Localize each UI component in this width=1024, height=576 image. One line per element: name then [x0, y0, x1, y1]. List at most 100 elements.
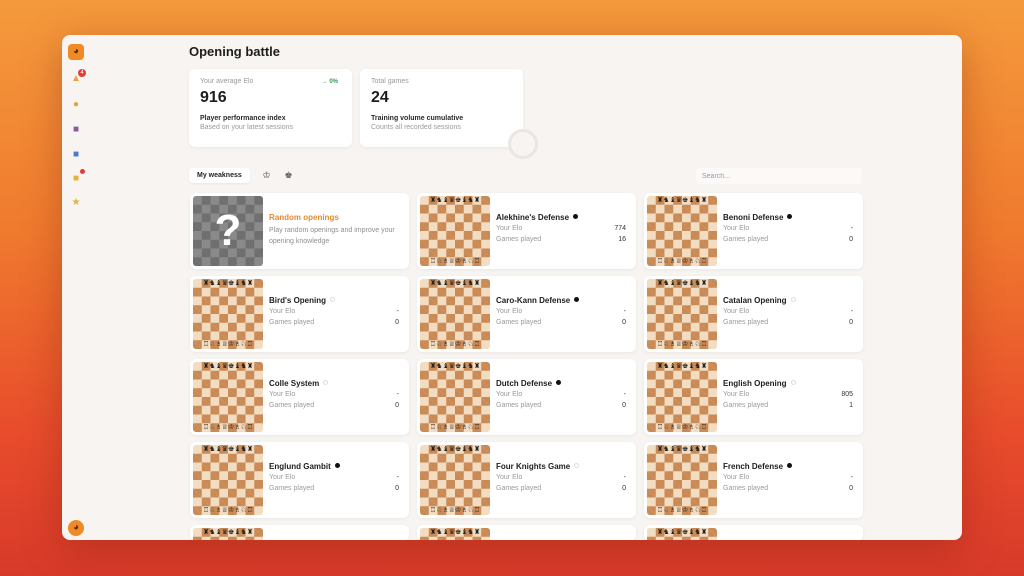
- black-side-icon: [787, 214, 793, 219]
- elo-row: Your Elo -: [723, 474, 853, 481]
- folder-icon[interactable]: ■: [70, 173, 82, 185]
- white-pieces-icon[interactable]: ♔: [259, 168, 274, 183]
- opening-name: Alekhine's Defense: [496, 213, 579, 222]
- sidebar: ◕ ▲ 4 ● ■ ■ ■ ★ ◕: [62, 35, 90, 540]
- black-pieces-icon[interactable]: ♚: [281, 168, 296, 183]
- chessboard-icon: ♜♞♝♛♚♝♞♜ ♖♘♗♕♔♗♘♖: [647, 362, 717, 432]
- games-row: Games played 0: [723, 319, 853, 326]
- white-side-icon: [790, 380, 796, 385]
- elo-row: Your Elo 805: [723, 391, 853, 398]
- elo-row: Your Elo -: [496, 308, 626, 315]
- games-row: Games played 0: [496, 402, 626, 409]
- elo-row: Your Elo -: [269, 474, 399, 481]
- opening-card[interactable]: ♜♞♝♛♚♝♞♜ ♖♘♗♕♔♗♘♖ Colle System Your Elo - …: [190, 359, 409, 435]
- chessboard-icon: ♜♞♝♛♚♝♞♜ ♖♘♗♕♔♗♘♖: [420, 362, 490, 432]
- elo-row: Your Elo -: [269, 391, 399, 398]
- black-side-icon: [556, 380, 562, 385]
- white-side-icon: [790, 297, 796, 302]
- games-stat-card: Total games 24 Training volume cumulativ…: [360, 69, 523, 147]
- games-row: Games played 0: [723, 485, 853, 492]
- opening-name: English Opening: [723, 379, 796, 388]
- white-side-icon: [330, 297, 336, 302]
- chessboard-icon: ♜♞♝♛♚♝♞♜ ♖♘♗♕♔♗♘♖: [420, 279, 490, 349]
- chessboard-icon: ♜♞♝♛♚♝♞♜ ♖♘♗♕♔♗♘♖: [647, 196, 717, 266]
- opening-name: French Defense: [723, 462, 793, 471]
- elo-row: Your Elo -: [723, 225, 853, 232]
- white-side-icon: [323, 380, 329, 385]
- games-row: Games played 0: [269, 485, 399, 492]
- games-row: Games played 1: [723, 402, 853, 409]
- games-label: Total games: [371, 78, 409, 85]
- games-row: Games played 0: [496, 485, 626, 492]
- elo-value: 916: [200, 89, 227, 106]
- random-openings-card[interactable]: ? Random openings Play random openings a…: [190, 193, 409, 269]
- user-icon[interactable]: ●: [70, 99, 82, 111]
- loading-spinner: [508, 129, 538, 159]
- games-row: Games played 0: [269, 319, 399, 326]
- chessboard-icon: ♜♞♝♛♚♝♞♜ ♖♘♗♕♔♗♘♖: [193, 445, 263, 515]
- chessboard-icon: ♜♞♝♛♚♝♞♜: [193, 528, 263, 540]
- random-board-icon: ?: [193, 196, 263, 266]
- black-side-icon: [787, 463, 793, 468]
- games-row: Games played 0: [723, 236, 853, 243]
- games-row: Games played 0: [269, 402, 399, 409]
- opening-card[interactable]: ♜♞♝♛♚♝♞♜ ♖♘♗♕♔♗♘♖ Benoni Defense Your Elo…: [644, 193, 863, 269]
- opening-card[interactable]: ♜♞♝♛♚♝♞♜ ♖♘♗♕♔♗♘♖ Catalan Opening Your El…: [644, 276, 863, 352]
- chessboard-icon: ♜♞♝♛♚♝♞♜ ♖♘♗♕♔♗♘♖: [193, 362, 263, 432]
- opening-name: Benoni Defense: [723, 213, 793, 222]
- elo-row: Your Elo -: [496, 474, 626, 481]
- elo-title: Player performance index: [200, 115, 286, 122]
- opening-name: Dutch Defense: [496, 379, 562, 388]
- chessboard-icon: ♜♞♝♛♚♝♞♜ ♖♘♗♕♔♗♘♖: [647, 279, 717, 349]
- my-weakness-tab[interactable]: My weakness: [189, 168, 250, 183]
- opening-name: Catalan Opening: [723, 296, 796, 305]
- opening-name: Colle System: [269, 379, 329, 388]
- opening-card[interactable]: ♜♞♝♛♚♝♞♜ ♖♘♗♕♔♗♘♖ Englund Gambit Your Elo…: [190, 442, 409, 518]
- elo-row: Your Elo -: [269, 308, 399, 315]
- elo-subtitle: Based on your latest sessions: [200, 124, 293, 131]
- home-icon[interactable]: ■: [70, 124, 82, 136]
- opening-card[interactable]: ♜♞♝♛♚♝♞♜ ♖♘♗♕♔♗♘♖ English Opening Your El…: [644, 359, 863, 435]
- elo-label: Your average Elo: [200, 78, 254, 85]
- chessboard-icon: ♜♞♝♛♚♝♞♜: [420, 528, 490, 540]
- chessboard-icon: ♜♞♝♛♚♝♞♜ ♖♘♗♕♔♗♘♖: [193, 279, 263, 349]
- chessboard-icon: ♜♞♝♛♚♝♞♜ ♖♘♗♕♔♗♘♖: [420, 196, 490, 266]
- book-icon[interactable]: ■: [70, 149, 82, 161]
- star-icon[interactable]: ★: [70, 197, 82, 209]
- avatar-icon[interactable]: ◕: [68, 520, 84, 536]
- opening-card[interactable]: ♜♞♝♛♚♝♞♜ ♖♘♗♕♔♗♘♖ French Defense Your Elo…: [644, 442, 863, 518]
- chessboard-icon: ♜♞♝♛♚♝♞♜ ♖♘♗♕♔♗♘♖: [647, 445, 717, 515]
- games-value: 24: [371, 89, 389, 106]
- folder-badge: [80, 169, 85, 174]
- question-mark-icon: ?: [214, 206, 242, 255]
- chessboard-icon: ♜♞♝♛♚♝♞♜ ♖♘♗♕♔♗♘♖: [420, 445, 490, 515]
- opening-card[interactable]: ♜♞♝♛♚♝♞♜ ♖♘♗♕♔♗♘♖ Caro-Kann Defense Your …: [417, 276, 636, 352]
- opening-name: Englund Gambit: [269, 462, 340, 471]
- opening-card[interactable]: ♜♞♝♛♚♝♞♜: [644, 525, 863, 540]
- black-side-icon: [574, 297, 580, 302]
- games-title: Training volume cumulative: [371, 115, 464, 122]
- opening-card[interactable]: ♜♞♝♛♚♝♞♜ ♖♘♗♕♔♗♘♖ Alekhine's Defense Your…: [417, 193, 636, 269]
- elo-row: Your Elo -: [723, 308, 853, 315]
- black-side-icon: [573, 214, 579, 219]
- search-input[interactable]: [696, 168, 862, 184]
- opening-name: Caro-Kann Defense: [496, 296, 580, 305]
- app-window: ◕ ▲ 4 ● ■ ■ ■ ★ ◕ Opening battle Your av…: [62, 35, 962, 540]
- white-side-icon: [574, 463, 580, 468]
- elo-stat-card: Your average Elo → 0% 916 Player perform…: [189, 69, 352, 147]
- games-row: Games played 16: [496, 236, 626, 243]
- games-row: Games played 0: [496, 319, 626, 326]
- opening-card[interactable]: ♜♞♝♛♚♝♞♜ ♖♘♗♕♔♗♘♖ Dutch Defense Your Elo -…: [417, 359, 636, 435]
- opening-description: Play random openings and improve your op…: [269, 227, 395, 245]
- opening-card[interactable]: ♜♞♝♛♚♝♞♜ ♖♘♗♕♔♗♘♖ Four Knights Game Your …: [417, 442, 636, 518]
- opening-card[interactable]: ♜♞♝♛♚♝♞♜: [190, 525, 409, 540]
- elo-row: Your Elo -: [496, 391, 626, 398]
- elo-row: Your Elo 774: [496, 225, 626, 232]
- opening-card[interactable]: ♜♞♝♛♚♝♞♜: [417, 525, 636, 540]
- chessboard-icon: ♜♞♝♛♚♝♞♜: [647, 528, 717, 540]
- opening-name: Four Knights Game: [496, 462, 580, 471]
- opening-card[interactable]: ♜♞♝♛♚♝♞♜ ♖♘♗♕♔♗♘♖ Bird's Opening Your Elo…: [190, 276, 409, 352]
- games-subtitle: Counts all recorded sessions: [371, 124, 461, 131]
- opening-name: Random openings: [269, 213, 339, 222]
- logo-icon[interactable]: ◕: [68, 44, 84, 60]
